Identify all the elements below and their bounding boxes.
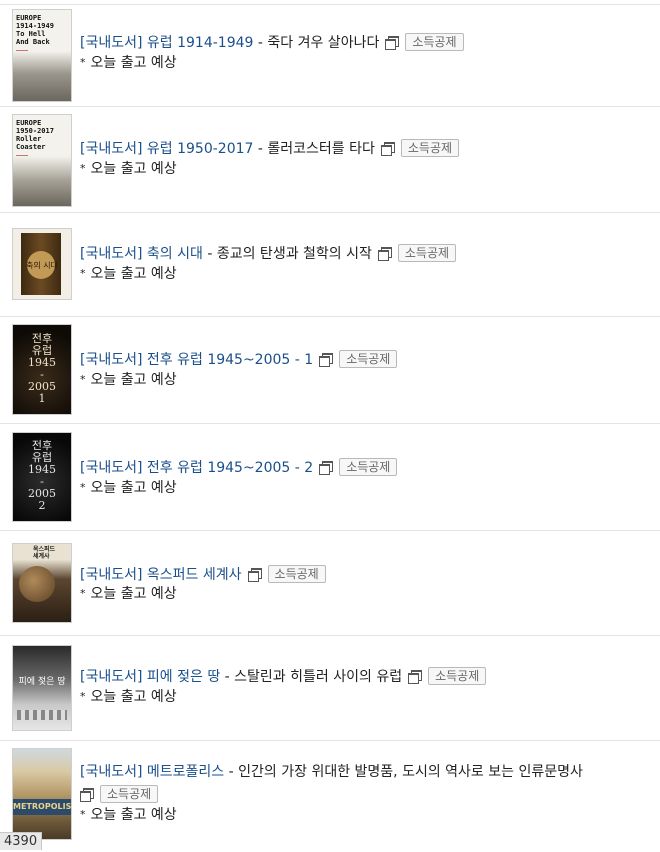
list-item: 전후 유럽 1945 - 2005 1 [국내도서] 전후 유럽 1945~20…: [0, 317, 660, 424]
shipping-info: * 오늘 출고 예상: [80, 688, 177, 706]
book-title-link[interactable]: 전후 유럽 1945~2005 - 1: [147, 352, 313, 368]
book-title-link[interactable]: 피에 젖은 땅: [147, 669, 220, 685]
book-category[interactable]: [국내도서]: [80, 567, 142, 583]
book-cover[interactable]: 축의 시대: [12, 228, 72, 300]
shipping-text: 오늘 출고 예상: [90, 689, 177, 705]
book-subtitle: 종교의 탄생과 철학의 시작: [216, 246, 372, 262]
book-cover[interactable]: 옥스퍼드 세계사: [12, 543, 72, 623]
shipping-info: * 오늘 출고 예상: [80, 806, 177, 824]
bullet: *: [80, 162, 86, 175]
bullet: *: [80, 808, 86, 821]
tax-deduction-badge: 소득공제: [405, 33, 464, 51]
shipping-info: * 오늘 출고 예상: [80, 54, 177, 72]
tax-deduction-badge: 소득공제: [339, 458, 398, 476]
tax-deduction-badge: 소득공제: [400, 139, 460, 157]
book-category[interactable]: [국내도서]: [80, 764, 142, 780]
shipping-text: 오늘 출고 예상: [90, 807, 177, 823]
separator: -: [253, 35, 268, 51]
new-window-icon[interactable]: [380, 142, 395, 156]
bullet: *: [80, 481, 86, 494]
book-title-link[interactable]: 전후 유럽 1945~2005 - 2: [147, 460, 313, 476]
list-item: 옥스퍼드 세계사 [국내도서] 옥스퍼드 세계사 소득공제 * 오늘 출고 예상: [0, 531, 660, 636]
book-title-link[interactable]: 유럽 1950-2017: [147, 141, 254, 157]
shipping-info: * 오늘 출고 예상: [80, 160, 177, 178]
book-category[interactable]: [국내도서]: [80, 352, 142, 368]
separator: -: [220, 669, 235, 685]
list-item: EUROPE 1950-2017 Roller Coaster ━━━━━ [국…: [0, 107, 660, 213]
book-title-link[interactable]: 옥스퍼드 세계사: [147, 567, 242, 583]
separator: -: [202, 246, 217, 262]
book-cover[interactable]: METROPOLIS: [12, 748, 72, 840]
shipping-text: 오늘 출고 예상: [90, 55, 177, 71]
shipping-info: * 오늘 출고 예상: [80, 585, 177, 603]
list-item: EUROPE 1914-1949 To Hell And Back ━━━━━ …: [0, 5, 660, 107]
book-title-link[interactable]: 유럽 1914-1949: [147, 35, 254, 51]
list-item: 축의 시대 [국내도서] 축의 시대 - 종교의 탄생과 철학의 시작 소득공제 …: [0, 213, 660, 317]
bullet: *: [80, 690, 86, 703]
separator: -: [224, 764, 239, 780]
book-cover[interactable]: 피에 젖은 땅: [12, 645, 72, 731]
book-cover[interactable]: EUROPE 1950-2017 Roller Coaster ━━━━━: [12, 114, 72, 207]
tax-deduction-badge: 소득공제: [428, 667, 487, 685]
new-window-icon[interactable]: [319, 461, 334, 475]
book-category[interactable]: [국내도서]: [80, 246, 142, 262]
separator: -: [253, 141, 268, 157]
list-item: METROPOLIS [국내도서] 메트로폴리스 - 인간의 가장 위대한 발명…: [0, 741, 660, 852]
book-subtitle: 스탈린과 히틀러 사이의 유럽: [234, 669, 403, 685]
book-category[interactable]: [국내도서]: [80, 35, 142, 51]
shipping-text: 오늘 출고 예상: [90, 266, 177, 282]
book-subtitle: 인간의 가장 위대한 발명품, 도시의 역사로 보는 인류문명사: [238, 764, 583, 780]
tax-deduction-badge: 소득공제: [397, 244, 457, 262]
book-title-link[interactable]: 메트로폴리스: [147, 764, 224, 780]
bullet: *: [80, 373, 86, 386]
bullet: *: [80, 267, 86, 280]
shipping-text: 오늘 출고 예상: [90, 372, 177, 388]
new-window-icon[interactable]: [319, 353, 334, 367]
book-title-link[interactable]: 축의 시대: [147, 246, 203, 262]
list-item: 전후 유럽 1945 - 2005 2 [국내도서] 전후 유럽 1945~20…: [0, 424, 660, 531]
new-window-icon[interactable]: [247, 568, 262, 582]
book-category[interactable]: [국내도서]: [80, 460, 142, 476]
book-subtitle: 롤러코스터를 타다: [267, 141, 375, 157]
book-cover[interactable]: 전후 유럽 1945 - 2005 2: [12, 432, 72, 522]
list-item: 피에 젖은 땅 [국내도서] 피에 젖은 땅 - 스탈린과 히틀러 사이의 유럽…: [0, 636, 660, 741]
page-counter: 4390: [0, 832, 43, 850]
book-subtitle: 죽다 겨우 살아나다: [267, 35, 380, 51]
new-window-icon[interactable]: [80, 788, 94, 802]
book-category[interactable]: [국내도서]: [80, 141, 142, 157]
shipping-info: * 오늘 출고 예상: [80, 479, 177, 497]
book-cover[interactable]: EUROPE 1914-1949 To Hell And Back ━━━━━: [12, 9, 72, 102]
tax-deduction-badge: 소득공제: [100, 785, 159, 803]
shipping-text: 오늘 출고 예상: [90, 161, 177, 177]
tax-deduction-badge: 소득공제: [339, 350, 398, 368]
new-window-icon[interactable]: [408, 670, 423, 684]
bullet: *: [80, 56, 86, 69]
bullet: *: [80, 587, 86, 600]
book-cover[interactable]: 전후 유럽 1945 - 2005 1: [12, 324, 72, 415]
tax-deduction-badge: 소득공제: [267, 565, 326, 583]
shipping-text: 오늘 출고 예상: [90, 586, 177, 602]
book-category[interactable]: [국내도서]: [80, 669, 142, 685]
new-window-icon[interactable]: [385, 36, 400, 50]
shipping-text: 오늘 출고 예상: [90, 480, 177, 496]
shipping-info: * 오늘 출고 예상: [80, 371, 177, 389]
shipping-info: * 오늘 출고 예상: [80, 265, 177, 283]
new-window-icon[interactable]: [377, 247, 392, 261]
